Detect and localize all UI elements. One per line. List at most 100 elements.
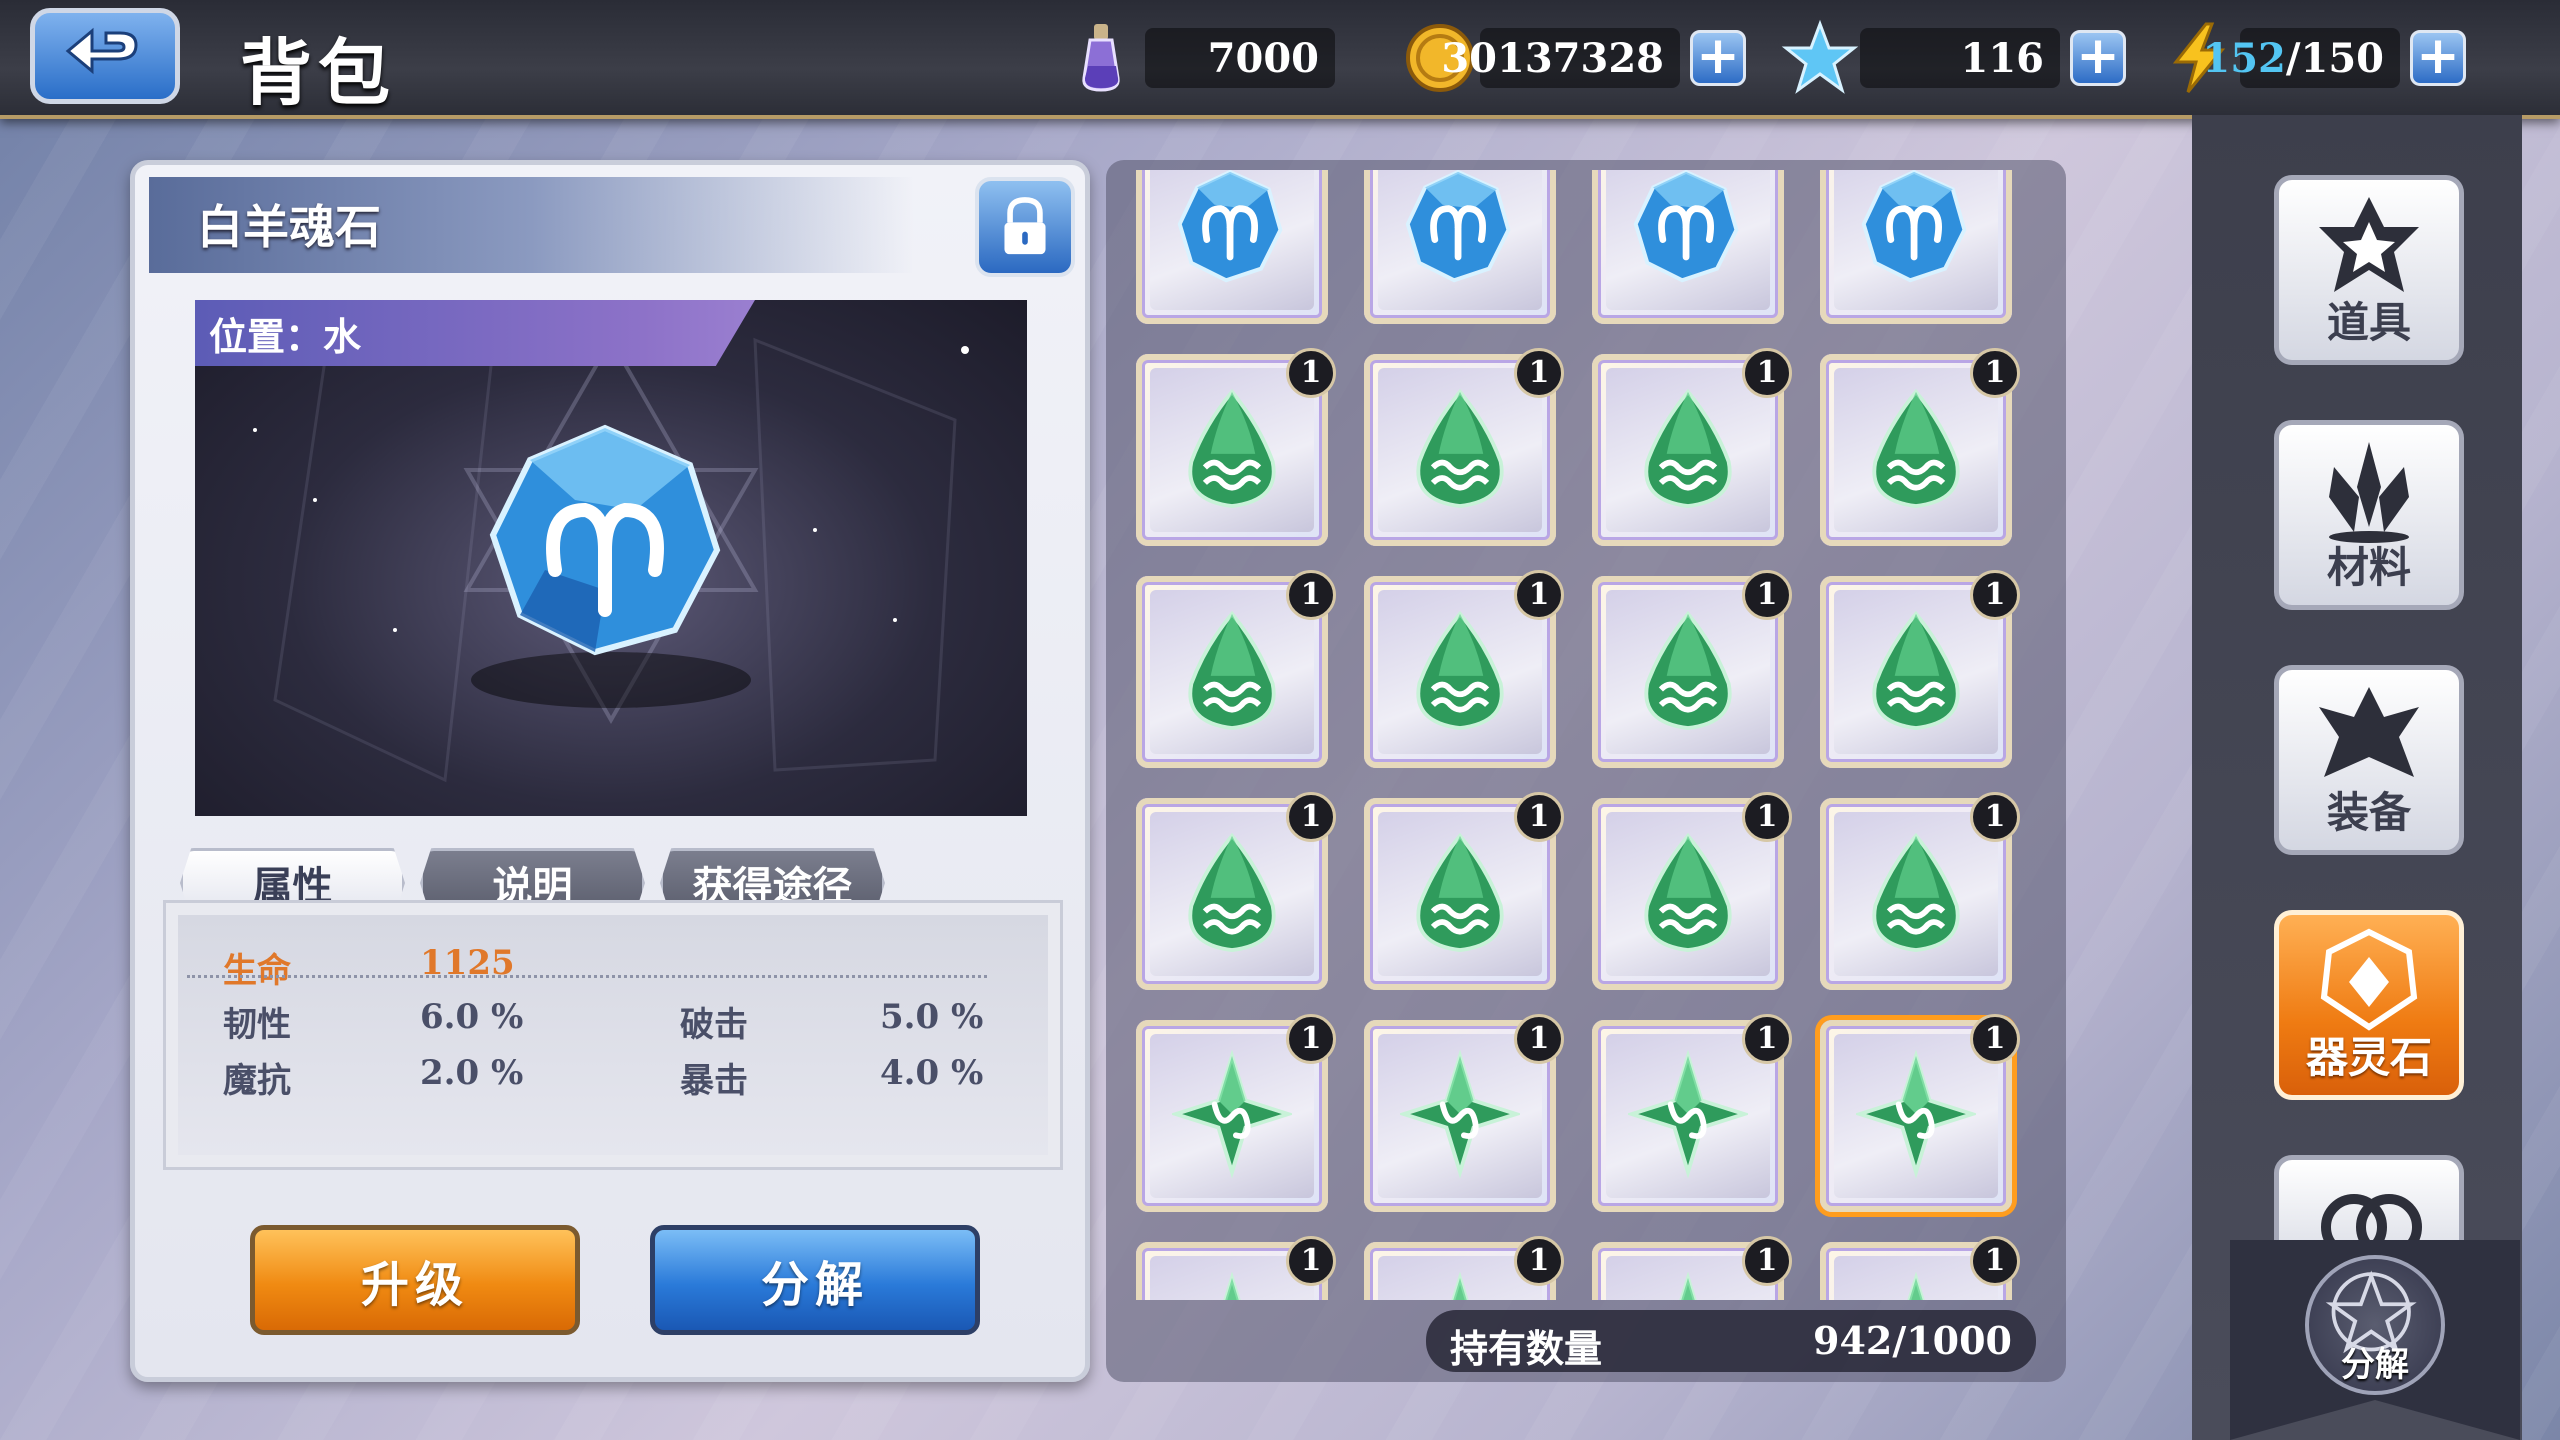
inventory-slot[interactable]: 1	[1592, 348, 1792, 546]
inventory-slot[interactable]: 1	[1364, 570, 1564, 768]
aquarius-gem-icon	[1872, 388, 1960, 509]
magic-res-value: 2.0 %	[420, 1053, 524, 1093]
capricorn-gem-icon	[1451, 1272, 1469, 1300]
quantity-badge: 1	[1970, 570, 2020, 620]
aquarius-gem-icon	[1644, 610, 1732, 731]
inventory-slot[interactable]	[1592, 170, 1784, 324]
aries-gem-icon	[1861, 170, 1967, 283]
inventory-slot[interactable]: 1	[1364, 1236, 1564, 1300]
back-button[interactable]	[30, 8, 180, 104]
inventory-slot[interactable]	[1364, 170, 1556, 324]
star-icon	[1781, 19, 1859, 94]
quantity-badge: 1	[1742, 1236, 1792, 1286]
inventory-slot[interactable]: 1	[1592, 1236, 1792, 1300]
add-gold-button[interactable]: +	[1690, 30, 1746, 86]
lock-button[interactable]	[975, 177, 1075, 277]
position-label: 位置：水	[209, 314, 362, 359]
quantity-badge: 1	[1514, 570, 1564, 620]
crit-value: 4.0 %	[880, 1053, 984, 1093]
stamina-current: 152	[2202, 34, 2286, 82]
quantity-badge: 1	[1286, 1236, 1336, 1286]
bulk-decompose-button[interactable]: 分解	[2305, 1255, 2445, 1395]
holding-count-value: 942/1000	[1813, 1318, 2012, 1363]
quantity-badge: 1	[1514, 1014, 1564, 1064]
aquarius-gem-icon	[1872, 832, 1960, 953]
category-items-label: 道具	[2326, 298, 2411, 347]
add-star-button[interactable]: +	[2070, 30, 2126, 86]
capricorn-gem-icon	[1172, 1050, 1292, 1179]
quantity-badge: 1	[1286, 792, 1336, 842]
inventory-slot[interactable]: 1	[1820, 792, 2020, 990]
inventory-slot[interactable]: 1	[1820, 570, 2020, 768]
capricorn-gem-icon	[1400, 1050, 1520, 1179]
inventory-slot[interactable]: 1	[1364, 792, 1564, 990]
category-spirit-stone[interactable]: 器灵石	[2274, 910, 2464, 1100]
quantity-badge: 1	[1286, 1014, 1336, 1064]
spirit-stone-icon	[2320, 928, 2418, 1031]
quantity-badge: 1	[1970, 348, 2020, 398]
quantity-badge: 1	[1742, 348, 1792, 398]
inventory-slot[interactable]: 1	[1364, 1014, 1564, 1212]
inventory-slot[interactable]: 1	[1592, 570, 1792, 768]
category-materials[interactable]: 材料	[2274, 420, 2464, 610]
holding-count-bar: 持有数量 942/1000	[1426, 1310, 2036, 1372]
aquarius-gem-icon	[1188, 610, 1276, 731]
capricorn-gem-icon	[1679, 1272, 1697, 1300]
category-equipment[interactable]: 装备	[2274, 665, 2464, 855]
category-materials-label: 材料	[2326, 543, 2411, 592]
pierce-value: 5.0 %	[880, 997, 984, 1037]
capricorn-gem-icon	[1907, 1272, 1925, 1300]
category-items[interactable]: 道具	[2274, 175, 2464, 365]
bulk-decompose-label: 分解	[2341, 1345, 2409, 1385]
quantity-badge: 1	[1742, 570, 1792, 620]
add-stamina-button[interactable]: +	[2410, 30, 2466, 86]
aquarius-gem-icon	[1872, 610, 1960, 731]
inventory-slot[interactable]: 1	[1136, 570, 1336, 768]
quantity-badge: 1	[1514, 348, 1564, 398]
inventory-slot[interactable]: 1	[1136, 1014, 1336, 1212]
aquarius-gem-icon	[1188, 388, 1276, 509]
inventory-slot[interactable]	[1136, 170, 1328, 324]
aquarius-gem-icon	[1416, 832, 1504, 953]
crit-label: 暴击	[680, 1061, 748, 1101]
inventory-slot[interactable]: 1	[1136, 792, 1336, 990]
equipment-icon	[2319, 687, 2419, 777]
item-name: 白羊魂石	[197, 200, 381, 254]
upgrade-button[interactable]: 升级	[250, 1225, 580, 1335]
star-count: 116	[1860, 28, 2060, 88]
capricorn-gem-icon	[1628, 1050, 1748, 1179]
gold-count: 30137328	[1441, 28, 1680, 88]
hp-label: 生命	[223, 951, 291, 991]
materials-icon	[2329, 442, 2409, 543]
stamina-max: /150	[2285, 34, 2384, 82]
inventory-slot[interactable]: 1	[1136, 348, 1336, 546]
quantity-badge: 1	[1742, 792, 1792, 842]
aries-gem-icon	[1177, 170, 1283, 283]
inventory-grid[interactable]: 1 1 1 1 1 1 1 1 1 1 1 1 1 1 1 1 1 1 1 1	[1136, 170, 2056, 1300]
back-arrow-icon	[65, 27, 138, 75]
item-detail-panel: 白羊魂石 位置：水 属性 说明 获得途径 生命 1125 韧性 6.0 % 破击…	[130, 160, 1090, 1382]
quantity-badge: 1	[1286, 570, 1336, 620]
quantity-badge: 1	[1970, 1236, 2020, 1286]
aquarius-gem-icon	[1416, 388, 1504, 509]
magic-res-label: 魔抗	[223, 1061, 291, 1101]
inventory-panel: 1 1 1 1 1 1 1 1 1 1 1 1 1 1 1 1 1 1 1 1 持有数量 942/1000	[1106, 160, 2066, 1382]
inventory-slot[interactable]: 1	[1820, 1236, 2020, 1300]
toughness-label: 韧性	[223, 1005, 291, 1045]
aquarius-gem-icon	[1644, 388, 1732, 509]
inventory-slot[interactable]: 1	[1592, 792, 1792, 990]
inventory-slot[interactable]: 1	[1820, 348, 2020, 546]
page-title: 背包	[240, 30, 397, 115]
category-equipment-label: 装备	[2326, 788, 2411, 837]
position-bar: 位置：水	[195, 300, 755, 366]
inventory-slot[interactable]: 1	[1364, 348, 1564, 546]
inventory-slot[interactable]: 1	[1592, 1014, 1792, 1212]
potion-icon	[1082, 24, 1120, 92]
quantity-badge: 1	[1970, 1014, 2020, 1064]
decompose-button[interactable]: 分解	[650, 1225, 980, 1335]
capricorn-gem-icon	[1856, 1050, 1976, 1179]
inventory-slot[interactable]	[1820, 170, 2012, 324]
inventory-slot[interactable]: 1	[1136, 1236, 1336, 1300]
item-name-bar: 白羊魂石	[149, 177, 999, 273]
inventory-slot[interactable]: 1	[1820, 1014, 2020, 1212]
